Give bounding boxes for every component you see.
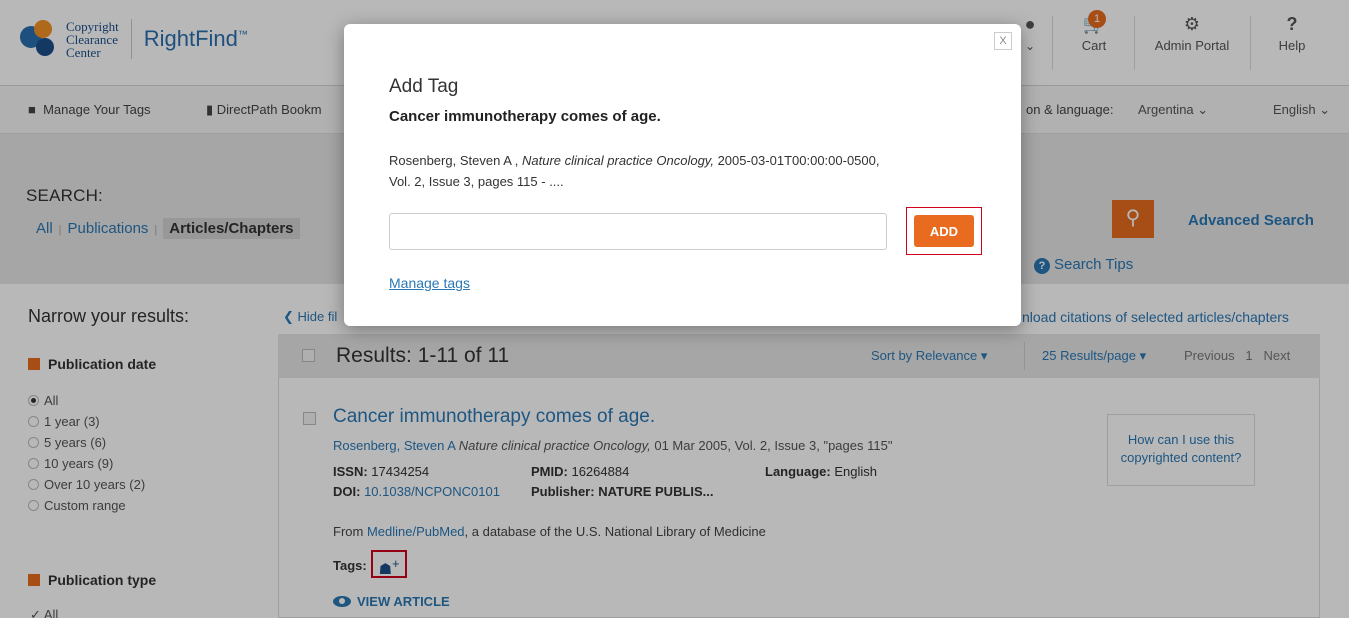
dialog-citation: Rosenberg, Steven A , Nature clinical pr… xyxy=(389,153,880,189)
close-icon[interactable]: X xyxy=(994,32,1012,50)
dialog-article-title: Cancer immunotherapy comes of age. xyxy=(389,108,661,125)
add-tag-dialog: X Add Tag Cancer immunotherapy comes of … xyxy=(344,24,1021,326)
tag-name-input[interactable] xyxy=(389,213,887,250)
manage-tags-link[interactable]: Manage tags xyxy=(389,275,470,291)
add-tag-submit-button[interactable]: ADD xyxy=(914,215,974,247)
dialog-title: Add Tag xyxy=(389,76,459,97)
